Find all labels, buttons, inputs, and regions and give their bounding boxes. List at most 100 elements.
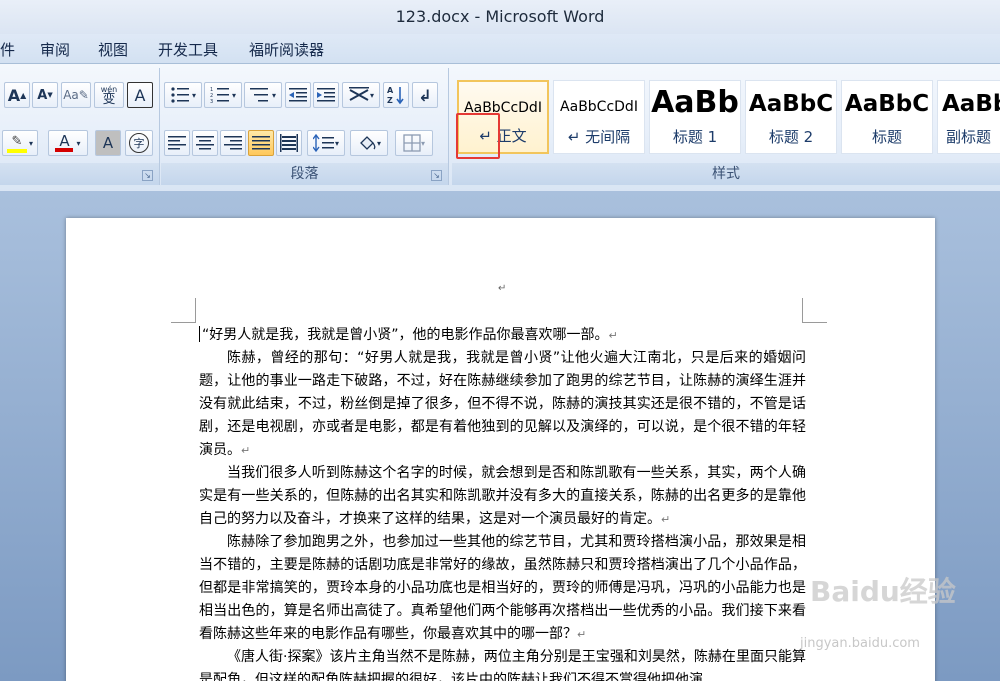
enclose-chars-button[interactable]: 字 [125, 130, 153, 156]
font-dialog-launcher-icon[interactable]: ↘ [142, 170, 153, 181]
chevron-down-icon: ▾ [231, 90, 236, 100]
annotation-box [456, 113, 500, 159]
paragraph: “好男人就是我，我就是曾小贤”，他的电影作品你最喜欢哪一部。↵ [199, 324, 806, 347]
clear-format-icon: Aa✎ [63, 88, 89, 102]
sort-icon: A Z [387, 86, 404, 105]
borders-button[interactable]: ▾ [395, 130, 433, 156]
svg-text:Z: Z [387, 96, 393, 105]
align-right-button[interactable] [220, 130, 246, 156]
watermark-url: jingyan.baidu.com [800, 636, 920, 651]
align-left-icon [168, 136, 186, 150]
chevron-down-icon: ▾ [420, 138, 425, 148]
show-hide-marks-button[interactable]: ↲ [412, 82, 438, 108]
multilevel-list-button[interactable]: ▾ [244, 82, 282, 108]
paragraph: 陈赫，曾经的那句：“好男人就是我，我就是曾小贤”让他火遍大江南北，只是后来的婚姻… [199, 350, 806, 458]
tab-foxit-reader[interactable]: 福昕阅读器 [249, 39, 324, 60]
chevron-down-icon: ▾ [76, 138, 81, 148]
style-sample: AaBbC [748, 91, 834, 117]
grow-font-icon: A [7, 85, 21, 105]
highlight-button[interactable]: ✎ ▾ [2, 130, 38, 156]
style-sample: AaBb [651, 85, 739, 120]
tab-file[interactable]: 件 [0, 39, 15, 60]
chinese-layout-icon [348, 87, 369, 101]
grow-font-button[interactable]: A ▲ [4, 82, 30, 108]
window-title: 123.docx - Microsoft Word [0, 0, 1000, 34]
justify-icon [252, 136, 270, 150]
ribbon-tab-bar: 件 审阅 视图 开发工具 福昕阅读器 [0, 34, 1000, 64]
distributed-button[interactable] [276, 130, 302, 156]
document-page[interactable]: ↵ “好男人就是我，我就是曾小贤”，他的电影作品你最喜欢哪一部。↵ 陈赫，曾经的… [66, 218, 935, 681]
align-center-icon [196, 136, 214, 150]
highlighter-icon: ✎ [6, 134, 27, 153]
style-name: ↵ 无间隔 [567, 128, 631, 146]
style-title[interactable]: AaBbC 标题 [841, 80, 933, 154]
char-border-button[interactable]: A [127, 82, 153, 108]
phonetic-char: 变 [102, 92, 116, 107]
shading-button[interactable]: ▾ [350, 130, 388, 156]
increase-indent-icon [317, 88, 335, 102]
distributed-align-icon [280, 134, 298, 152]
style-no-spacing[interactable]: AaBbCcDdI ↵ 无间隔 [553, 80, 645, 154]
multilevel-list-icon [249, 88, 268, 102]
font-group: A ▲ A ▼ Aa✎ wén 变 A ✎ ▾ A ▾ A 字 ↘ [0, 68, 160, 185]
style-subtitle[interactable]: AaBb 副标题 [937, 80, 1000, 154]
paragraph: 陈赫除了参加跑男之外，也参加过一些其他的综艺节目，尤其和贾玲搭档演小品，那效果是… [199, 534, 806, 642]
sort-button[interactable]: A Z [383, 82, 409, 108]
decrease-indent-icon [289, 88, 307, 102]
line-spacing-button[interactable]: ▾ [307, 130, 345, 156]
svg-text:A: A [387, 86, 394, 95]
style-sample: AaBbCcDdI [560, 99, 638, 115]
style-name: 标题 [871, 128, 902, 146]
char-shading-icon: A [102, 134, 114, 152]
font-color-button[interactable]: A ▾ [48, 130, 88, 156]
phonetic-guide-button[interactable]: wén 变 [94, 82, 124, 108]
paragraph-dialog-launcher-icon[interactable]: ↘ [431, 170, 442, 181]
tab-review[interactable]: 审阅 [40, 39, 70, 60]
styles-group-label: 样式 [452, 163, 1000, 185]
margin-corner-top-left [171, 298, 196, 323]
text-caret [199, 326, 200, 342]
bullet-list-icon [171, 87, 189, 103]
tab-view[interactable]: 视图 [98, 39, 128, 60]
style-heading-1[interactable]: AaBb 标题 1 [649, 80, 741, 154]
style-heading-2[interactable]: AaBbC 标题 2 [745, 80, 837, 154]
clear-format-button[interactable]: Aa✎ [61, 82, 91, 108]
font-group-label [0, 163, 159, 185]
align-left-button[interactable] [164, 130, 190, 156]
char-shading-button[interactable]: A [95, 130, 121, 156]
borders-icon [403, 134, 421, 152]
tab-developer[interactable]: 开发工具 [158, 39, 218, 60]
numbering-button[interactable]: 1 2 3 ▾ [204, 82, 242, 108]
style-sample: AaBb [942, 91, 1000, 117]
decrease-indent-button[interactable] [285, 82, 311, 108]
chevron-down-icon: ▾ [271, 90, 276, 100]
align-right-icon [224, 136, 242, 150]
chevron-down-icon: ▾ [334, 138, 339, 148]
svg-text:3: 3 [210, 99, 213, 104]
line-spacing-icon [312, 134, 334, 152]
styles-group: AaBbCcDdI ↵ 正文 AaBbCcDdI ↵ 无间隔 AaBb 标题 1… [452, 68, 1000, 185]
style-sample: AaBbC [844, 91, 930, 117]
document-body[interactable]: “好男人就是我，我就是曾小贤”，他的电影作品你最喜欢哪一部。↵ 陈赫，曾经的那句… [199, 324, 806, 681]
font-color-icon: A [55, 134, 74, 152]
shrink-font-button[interactable]: A ▼ [32, 82, 58, 108]
enclose-chars-icon: 字 [129, 133, 149, 153]
bullets-button[interactable]: ▾ [164, 82, 202, 108]
watermark-logo: Baidu经验 [810, 575, 956, 608]
justify-button[interactable] [248, 130, 274, 156]
paragraph-group: ▾ 1 2 3 ▾ ▾ ▾ A Z ↲ ▾ ▾ ▾ 段落 ↘ [161, 68, 449, 185]
ribbon: A ▲ A ▼ Aa✎ wén 变 A ✎ ▾ A ▾ A 字 ↘ ▾ 1 2 … [0, 64, 1000, 191]
margin-corner-top-right [802, 298, 827, 323]
style-name: 副标题 [946, 128, 992, 146]
chevron-down-icon: ▾ [369, 90, 374, 100]
paint-bucket-icon [360, 136, 376, 150]
style-name: 标题 2 [768, 128, 814, 146]
align-center-button[interactable] [192, 130, 218, 156]
paragraph-mark: ↵ [498, 283, 507, 294]
paragraph: 《唐人街·探案》该片主角当然不是陈赫，两位主角分别是王宝强和刘昊然，陈赫在里面只… [199, 649, 806, 681]
style-name: 标题 1 [672, 128, 718, 146]
chevron-down-icon: ▾ [191, 90, 196, 100]
increase-indent-button[interactable] [313, 82, 339, 108]
chevron-down-icon: ▾ [28, 138, 33, 148]
chinese-layout-button[interactable]: ▾ [342, 82, 380, 108]
